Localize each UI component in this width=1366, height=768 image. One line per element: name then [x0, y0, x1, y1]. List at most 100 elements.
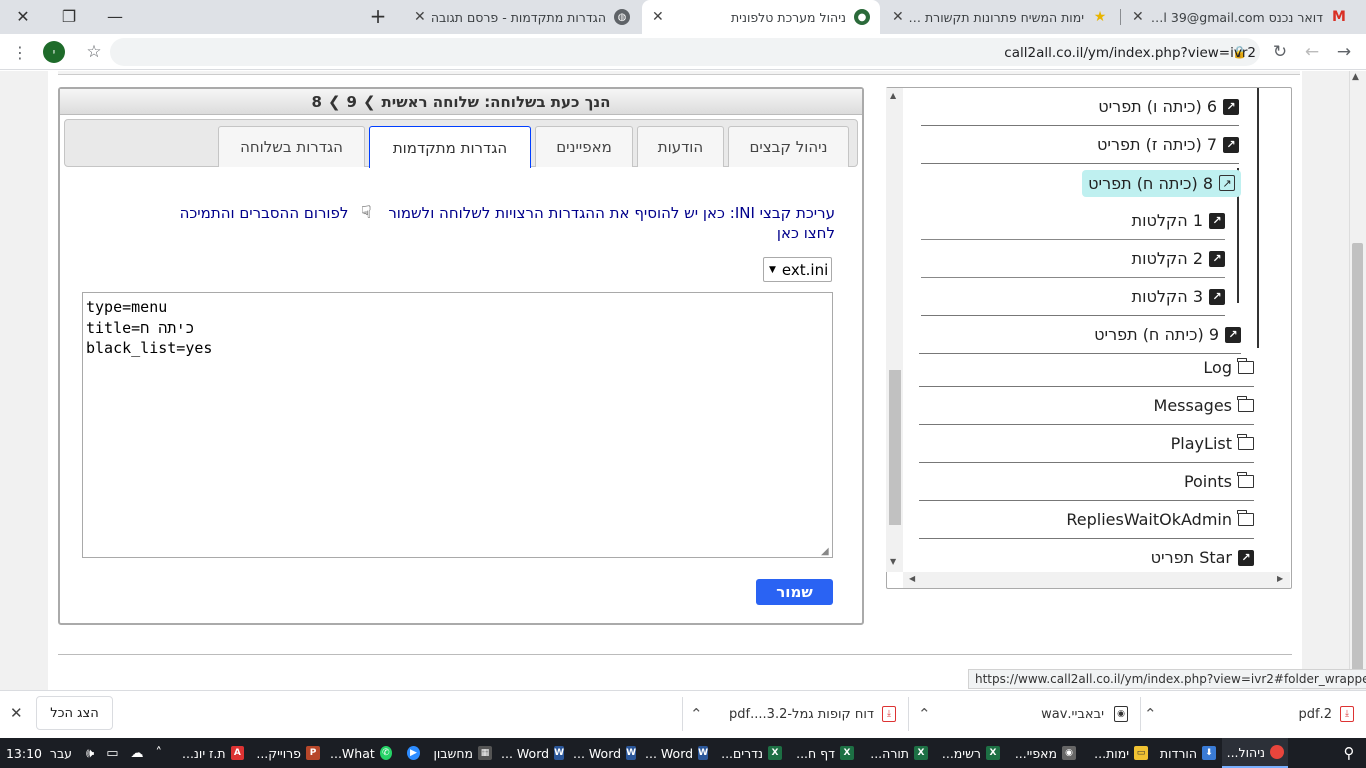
tab-messages[interactable]: הודעות	[637, 126, 724, 167]
taskbar-item[interactable]: W Word ...	[498, 738, 568, 768]
search-icon[interactable]: ⚲	[1332, 738, 1366, 768]
volume-icon[interactable]: 🕪	[86, 746, 94, 761]
bookmark-star-icon[interactable]: ☆	[82, 40, 106, 64]
tree-scrollbar-thumb[interactable]	[889, 370, 901, 525]
save-button[interactable]: שמור	[756, 579, 833, 605]
cloud-icon[interactable]: ☁	[131, 746, 144, 761]
ini-editor-textarea[interactable]: type=menu title=כיתה ח black_list=yes	[82, 292, 833, 558]
taskbar-item[interactable]: X תורה...	[860, 738, 932, 768]
download-icon: ⬇	[1202, 746, 1216, 760]
minimize-window-icon[interactable]: —	[92, 0, 138, 32]
close-tab-icon[interactable]: ✕	[1132, 9, 1148, 25]
url-text[interactable]: call2all.co.il/ym/index.php?view=ivr2	[1004, 45, 1256, 61]
status-url-tooltip: https://www.call2all.co.il/ym/index.php?…	[968, 669, 1366, 689]
tab-advanced-settings[interactable]: הגדרות מתקדמות	[369, 126, 531, 168]
tree-scrollbar-horizontal[interactable]	[903, 572, 1290, 588]
taskbar-item[interactable]: ⬇ הורדות	[1154, 738, 1220, 768]
taskbar-item[interactable]: P פרוייק...	[250, 738, 324, 768]
close-window-icon[interactable]: ✕	[0, 0, 46, 32]
tab-file-management[interactable]: ניהול קבצים	[728, 126, 849, 167]
taskbar-item[interactable]: ✆ What...	[326, 738, 396, 768]
tree-item-label: 1 הקלטות	[1131, 211, 1203, 230]
taskbar-item-chrome[interactable]: ניהול...	[1222, 738, 1288, 768]
show-all-button[interactable]: הצג הכל	[36, 696, 113, 730]
back-icon[interactable]: →	[1332, 40, 1356, 64]
tree-item-label: Star תפריט	[1150, 548, 1232, 567]
browser-tab-gmail[interactable]: M דואר נכנס Gmail ‎39@gmail.com ✕	[1122, 0, 1357, 34]
scroll-up-icon[interactable]: ▲	[1352, 72, 1359, 82]
taskbar-item[interactable]: ▶	[398, 738, 424, 768]
taskbar-item[interactable]: X דף ח...	[788, 738, 858, 768]
menu-dots-icon[interactable]: ⋮	[8, 40, 32, 64]
tree-item-label: Points	[1183, 472, 1232, 491]
tree-item[interactable]: ↗ 1 הקלטות	[921, 202, 1225, 240]
chevron-up-icon[interactable]: ⌃	[690, 705, 707, 723]
tree-item[interactable]: Points	[919, 463, 1254, 501]
breadcrumb-item[interactable]: 9	[347, 93, 357, 111]
browser-tab-yemot[interactable]: ★ ימות המשיח פתרונות תקשורת | ס ✕	[882, 0, 1118, 34]
external-link-icon: ↗	[1225, 326, 1241, 343]
chevron-up-icon[interactable]: ⌃	[1144, 705, 1161, 723]
scroll-left-icon[interactable]: ◀	[909, 574, 915, 583]
tree-item[interactable]: RepliesWaitOkAdmin	[919, 501, 1254, 539]
download-item[interactable]: ⤓ 2.pdf ⌃	[1144, 690, 1354, 738]
new-tab-button[interactable]: +	[356, 0, 400, 32]
tree-list: ↗ 6 (כיתה ו) תפריט ↗ 7 (כיתה ז) תפריט ↗ 8 …	[919, 88, 1241, 354]
download-item[interactable]: ◉ יבאביי.wav ⌃	[918, 690, 1128, 738]
close-tab-icon[interactable]: ✕	[414, 9, 430, 25]
download-item[interactable]: ⤓ דוח קופות גמל-3.2....pdf ⌃	[690, 690, 896, 738]
close-downloads-icon[interactable]: ✕	[10, 704, 23, 722]
tree-item-label: 3 הקלטות	[1131, 287, 1203, 306]
forward-icon[interactable]: ←	[1300, 40, 1324, 64]
tab-title: ניהול מערכת טלפונית	[730, 9, 846, 25]
close-tab-icon[interactable]: ✕	[892, 9, 908, 25]
tab-properties[interactable]: מאפיינים	[535, 126, 633, 167]
browser-tab-advanced-settings[interactable]: ◍ הגדרות מתקדמות - פרסם תגובה ✕	[404, 0, 640, 34]
download-name: דוח קופות גמל-3.2....pdf	[729, 706, 874, 722]
chevron-down-icon: ▼	[769, 264, 776, 275]
word-icon: W	[698, 746, 708, 760]
close-tab-icon[interactable]: ✕	[652, 9, 668, 25]
tab-extension-settings[interactable]: הגדרות בשלוחה	[218, 126, 365, 167]
click-here-link[interactable]: לחצו כאן	[777, 224, 835, 242]
taskbar-item[interactable]: A ת.ז יונ...	[178, 738, 248, 768]
file-select[interactable]: ▼ ext.ini	[763, 257, 832, 282]
tree-item[interactable]: ↗ 3 הקלטות	[921, 278, 1225, 316]
chevron-up-icon[interactable]: ⌃	[918, 705, 935, 723]
tree-item[interactable]: ↗ 6 (כיתה ו) תפריט	[921, 88, 1239, 126]
scroll-up-icon[interactable]: ▲	[890, 91, 896, 100]
taskbar-item[interactable]: ◉ מאפיי...	[1006, 738, 1080, 768]
taskbar-item[interactable]: ▦ מחשבון	[426, 738, 496, 768]
taskbar-item[interactable]: ▭ ימות...	[1086, 738, 1152, 768]
taskbar-item[interactable]: W Word ...	[642, 738, 712, 768]
tree-item-selected[interactable]: ↗ 8 (כיתה ח) תפריט	[921, 164, 1241, 202]
pdf-icon: A	[230, 746, 244, 760]
tree-item[interactable]: Messages	[919, 387, 1254, 425]
page-scrollbar-thumb[interactable]	[1352, 243, 1363, 673]
taskbar-item[interactable]: X רשימ...	[934, 738, 1004, 768]
chevron-up-icon[interactable]: ˄	[156, 746, 163, 761]
scroll-right-icon[interactable]: ▶	[1277, 574, 1283, 583]
folder-icon	[1237, 434, 1254, 450]
system-tray[interactable]: ˄ ☁ ▭ 🕪	[76, 738, 172, 768]
forum-link[interactable]: לפורום ההסברים והתמיכה	[180, 204, 349, 222]
resize-handle-icon[interactable]: ◢	[821, 546, 829, 557]
restore-window-icon[interactable]: ❐	[46, 0, 92, 32]
taskbar-item[interactable]: X נדרים...	[714, 738, 786, 768]
scroll-down-icon[interactable]: ▼	[890, 557, 896, 566]
clock[interactable]: 13:10	[4, 738, 46, 768]
profile-avatar[interactable]: י	[43, 41, 65, 63]
taskbar-item[interactable]: W Word ...	[570, 738, 640, 768]
tree-item[interactable]: ↗ 2 הקלטות	[921, 240, 1225, 278]
language-indicator[interactable]: עבר	[48, 738, 76, 768]
breadcrumb-item[interactable]: 8	[312, 93, 322, 111]
tree-item[interactable]: ↗ 7 (כיתה ז) תפריט	[921, 126, 1239, 164]
battery-icon[interactable]: ▭	[106, 746, 118, 761]
folder-icon	[1237, 510, 1254, 526]
tree-item[interactable]: Log	[919, 349, 1254, 387]
browser-tab-phone-system[interactable]: ● ניהול מערכת טלפונית ✕	[642, 0, 880, 34]
reload-icon[interactable]: ↻	[1268, 40, 1292, 64]
tree-item-label: PlayList	[1170, 434, 1232, 453]
excel-icon: X	[986, 746, 1000, 760]
tree-item[interactable]: PlayList	[919, 425, 1254, 463]
